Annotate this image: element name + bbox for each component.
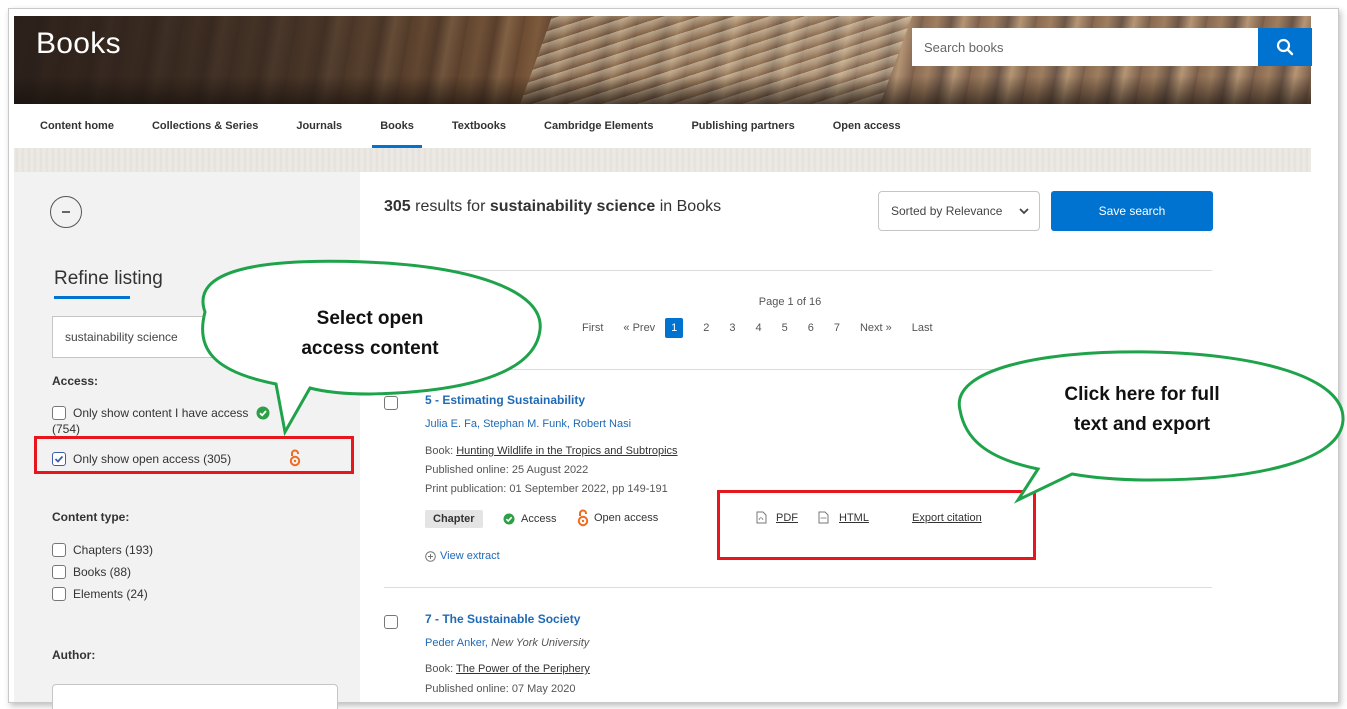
annotation-bubbles	[201, 259, 1345, 504]
page-title: Books	[36, 27, 121, 60]
search-icon	[1276, 38, 1294, 56]
search-button[interactable]	[1258, 28, 1312, 66]
annotation-text-right: Click here for full text and export	[1064, 384, 1220, 435]
annotation-text-left: Select open access content	[301, 308, 439, 359]
search-input[interactable]	[912, 28, 1258, 66]
